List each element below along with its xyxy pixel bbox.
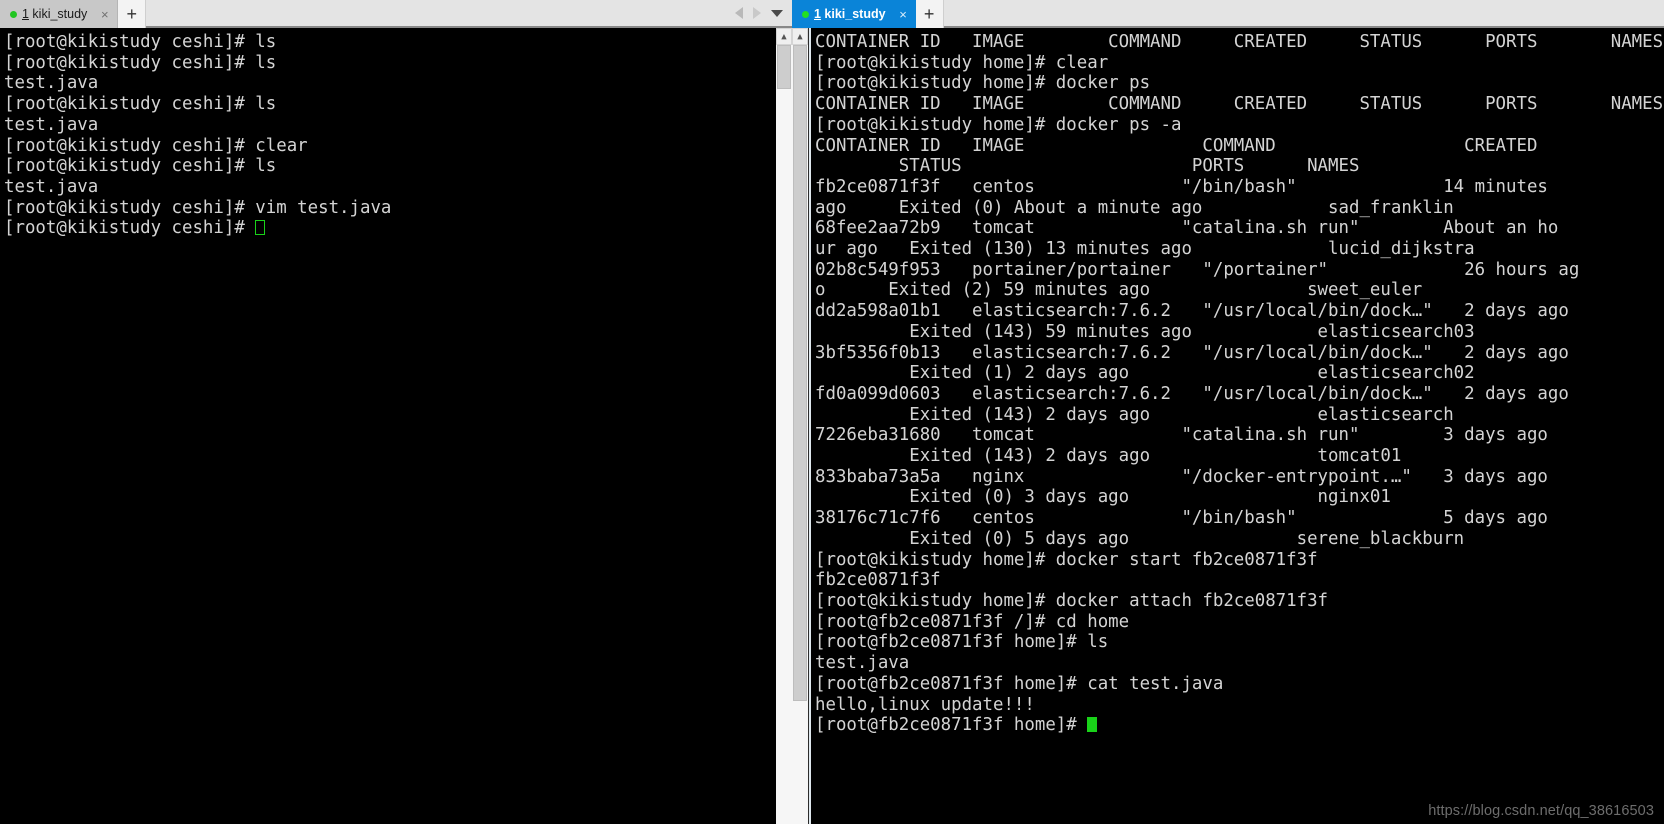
prompt-text: [root@kikistudy ceshi]#: [4, 218, 256, 239]
terminal-line: [root@kikistudy ceshi]# ls: [4, 52, 277, 73]
terminal-line: test.java: [4, 114, 99, 135]
left-tab-label: 1 kiki_study: [22, 7, 87, 21]
right-tab-title: kiki_study: [820, 7, 886, 21]
terminal-line: Exited (0) 3 days ago nginx01: [815, 487, 1391, 508]
left-terminal-window: 1 kiki_study × + [root@kikistudy ceshi]#…: [0, 0, 792, 824]
right-scrollbar[interactable]: ▲: [792, 28, 809, 824]
new-tab-button[interactable]: +: [915, 0, 944, 28]
left-tab-title: kiki_study: [28, 7, 88, 21]
right-tab-kiki-study[interactable]: 1 kiki_study ×: [792, 0, 916, 28]
left-tabbar-nav: [735, 0, 792, 26]
terminal-line: fb2ce0871f3f centos "/bin/bash" 14 minut…: [815, 176, 1548, 197]
terminal-line: STATUS PORTS NAMES: [815, 156, 1360, 177]
terminal-line: [root@kikistudy home]# clear: [815, 52, 1109, 73]
terminal-line: [root@fb2ce0871f3f home]# cat test.java: [815, 673, 1224, 694]
terminal-prompt-line: [root@kikistudy ceshi]#: [4, 218, 775, 239]
terminal-line: fd0a099d0603 elasticsearch:7.6.2 "/usr/l…: [815, 383, 1569, 404]
terminal-line: [root@kikistudy ceshi]# ls: [4, 94, 277, 115]
terminal-line: Exited (143) 2 days ago tomcat01: [815, 446, 1402, 467]
close-icon[interactable]: ×: [897, 8, 910, 21]
terminal-cursor: [1087, 717, 1098, 733]
terminal-line: 3bf5356f0b13 elasticsearch:7.6.2 "/usr/l…: [815, 342, 1569, 363]
terminal-line: CONTAINER ID IMAGE COMMAND CREATED STATU…: [815, 32, 1664, 52]
prev-arrow-icon[interactable]: [735, 7, 743, 19]
chevron-down-icon[interactable]: [771, 9, 783, 17]
terminal-line: test.java: [4, 73, 99, 94]
terminal-cursor: [255, 220, 266, 236]
right-tabbar-spacer: [944, 0, 1664, 26]
terminal-line: Exited (1) 2 days ago elasticsearch02: [815, 363, 1475, 384]
terminal-line: 68fee2aa72b9 tomcat "catalina.sh run" Ab…: [815, 218, 1559, 239]
terminal-line: Exited (143) 2 days ago elasticsearch: [815, 404, 1454, 425]
terminal-line: [root@kikistudy home]# docker ps -a: [815, 114, 1182, 135]
terminal-line: [root@kikistudy home]# docker ps: [815, 73, 1151, 94]
next-arrow-icon[interactable]: [753, 7, 761, 19]
scroll-up-icon[interactable]: ▲: [776, 28, 792, 45]
terminal-line: 7226eba31680 tomcat "catalina.sh run" 3 …: [815, 425, 1548, 446]
watermark-url: https://blog.csdn.net/qq_38616503: [1428, 803, 1654, 819]
terminal-application-window: 1 kiki_study × + [root@kikistudy ceshi]#…: [0, 0, 1664, 824]
terminal-line: o Exited (2) 59 minutes ago sweet_euler: [815, 280, 1423, 301]
terminal-line: hello,linux update!!!: [815, 694, 1035, 715]
terminal-line: CONTAINER ID IMAGE COMMAND CREATED: [815, 135, 1538, 156]
terminal-line: test.java: [815, 653, 910, 674]
prompt-text: [root@fb2ce0871f3f home]#: [815, 715, 1088, 736]
left-tabbar-spacer: [146, 0, 735, 26]
right-terminal-wrap: ▲ CONTAINER ID IMAGE COMMAND CREATED STA…: [792, 28, 1664, 824]
terminal-line: [root@kikistudy ceshi]# vim test.java: [4, 197, 392, 218]
terminal-line: Exited (0) 5 days ago serene_blackburn: [815, 528, 1465, 549]
left-scroll-thumb[interactable]: [777, 45, 791, 89]
terminal-line: [root@fb2ce0871f3f /]# cd home: [815, 611, 1130, 632]
right-tab-label: 1 kiki_study: [814, 7, 886, 21]
close-icon[interactable]: ×: [98, 8, 111, 21]
terminal-line: test.java: [4, 176, 99, 197]
left-scroll-track[interactable]: [776, 45, 792, 824]
terminal-line: dd2a598a01b1 elasticsearch:7.6.2 "/usr/l…: [815, 301, 1569, 322]
scroll-up-icon[interactable]: ▲: [792, 28, 808, 45]
terminal-line: ago Exited (0) About a minute ago sad_fr…: [815, 197, 1454, 218]
left-tab-kiki-study[interactable]: 1 kiki_study ×: [0, 0, 119, 28]
terminal-line: [root@kikistudy home]# docker start fb2c…: [815, 549, 1318, 570]
right-scroll-track[interactable]: [792, 45, 808, 824]
terminal-line: 38176c71c7f6 centos "/bin/bash" 5 days a…: [815, 508, 1548, 529]
terminal-line: [root@kikistudy home]# docker attach fb2…: [815, 590, 1329, 611]
terminal-line: ur ago Exited (130) 13 minutes ago lucid…: [815, 239, 1475, 260]
right-scroll-thumb[interactable]: [793, 45, 807, 701]
terminal-line: [root@kikistudy ceshi]# ls: [4, 32, 277, 52]
right-tab-bar: 1 kiki_study × +: [792, 0, 1664, 28]
left-scrollbar[interactable]: ▲: [775, 28, 792, 824]
left-tab-number: 1: [22, 7, 29, 21]
status-dot-icon: [802, 10, 809, 18]
terminal-line: CONTAINER ID IMAGE COMMAND CREATED STATU…: [815, 94, 1664, 115]
right-terminal-window: 1 kiki_study × + ▲ CONTAINER ID IMAGE CO…: [792, 0, 1664, 824]
terminal-line: fb2ce0871f3f: [815, 570, 941, 591]
terminal-line: 833baba73a5a nginx "/docker-entrypoint.……: [815, 466, 1548, 487]
status-dot-icon: [10, 10, 17, 18]
terminal-line: [root@fb2ce0871f3f home]# ls: [815, 632, 1109, 653]
new-tab-button[interactable]: +: [118, 0, 147, 28]
right-terminal-output[interactable]: CONTAINER ID IMAGE COMMAND CREATED STATU…: [811, 28, 1664, 824]
terminal-prompt-line: [root@fb2ce0871f3f home]#: [815, 715, 1664, 736]
right-tab-number: 1: [814, 7, 821, 21]
left-terminal-output[interactable]: [root@kikistudy ceshi]# ls [root@kikistud…: [0, 28, 775, 824]
terminal-line: [root@kikistudy ceshi]# ls: [4, 156, 277, 177]
terminal-line: 02b8c549f953 portainer/portainer "/porta…: [815, 259, 1580, 280]
left-terminal-wrap: [root@kikistudy ceshi]# ls [root@kikistud…: [0, 28, 792, 824]
terminal-line: Exited (143) 59 minutes ago elasticsearc…: [815, 321, 1475, 342]
terminal-line: [root@kikistudy ceshi]# clear: [4, 135, 308, 156]
left-tab-bar: 1 kiki_study × +: [0, 0, 792, 28]
